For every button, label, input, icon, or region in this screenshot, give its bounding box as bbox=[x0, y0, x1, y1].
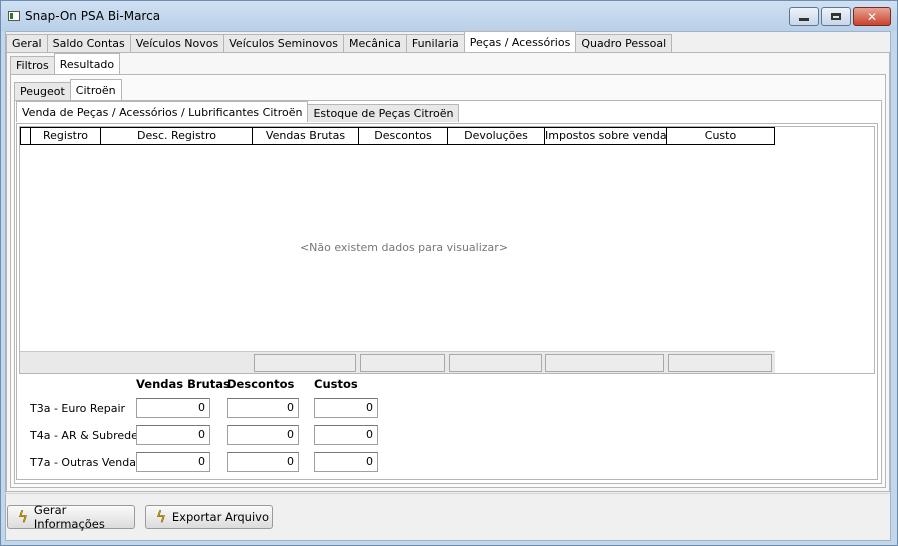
t3a-descontos-field[interactable]: 0 bbox=[227, 398, 299, 418]
minimize-button[interactable] bbox=[789, 7, 819, 26]
t4a-vendas-brutas-field[interactable]: 0 bbox=[136, 425, 210, 445]
app-window: Snap-On PSA Bi-Marca ✕ Geral Saldo Conta… bbox=[0, 0, 898, 546]
tab-label: Citroën bbox=[75, 83, 116, 97]
summary-header-vendas-brutas: Vendas Brutas bbox=[136, 377, 230, 391]
t3a-vendas-brutas-field[interactable]: 0 bbox=[136, 398, 210, 418]
empty-grid-message: <Não existem dados para visualizar> bbox=[299, 241, 509, 254]
lightning-bolt-icon: ϟ bbox=[18, 507, 28, 526]
column-header-custo[interactable]: Custo bbox=[667, 128, 774, 144]
footer-total-custo bbox=[668, 354, 772, 372]
window-title: Snap-On PSA Bi-Marca bbox=[25, 9, 161, 23]
close-button[interactable]: ✕ bbox=[853, 7, 891, 26]
gerar-informacoes-button[interactable]: ϟ Gerar Informações bbox=[7, 503, 135, 531]
t7a-custos-field[interactable]: 0 bbox=[314, 452, 378, 472]
tab-label: Funilaria bbox=[411, 37, 459, 50]
maximize-icon bbox=[831, 13, 841, 20]
tab-geral[interactable]: Geral bbox=[6, 34, 48, 52]
t4a-descontos-field[interactable]: 0 bbox=[227, 425, 299, 445]
tab-label: Peugeot bbox=[20, 85, 65, 98]
tab-veiculos-seminovos[interactable]: Veículos Seminovos bbox=[223, 34, 344, 52]
tab-filtros[interactable]: Filtros bbox=[10, 56, 55, 74]
summary-row-label-t3a: T3a - Euro Repair bbox=[30, 402, 126, 415]
grid-footer bbox=[20, 351, 775, 373]
row-indicator-header bbox=[21, 128, 31, 144]
tab-resultado[interactable]: Resultado bbox=[53, 53, 121, 74]
tab-saldo-contas[interactable]: Saldo Contas bbox=[46, 34, 131, 52]
exportar-arquivo-button[interactable]: ϟ Exportar Arquivo bbox=[145, 505, 273, 529]
t4a-custos-field[interactable]: 0 bbox=[314, 425, 378, 445]
footer-divider bbox=[5, 493, 889, 494]
tab-label: Filtros bbox=[16, 59, 49, 72]
t7a-vendas-brutas-field[interactable]: 0 bbox=[136, 452, 210, 472]
summary-row-label-t4a: T4a - AR & Subrede bbox=[30, 429, 138, 442]
lightning-bolt-icon: ϟ bbox=[156, 507, 166, 526]
tab-quadro-pessoal[interactable]: Quadro Pessoal bbox=[575, 34, 673, 52]
brand-tabs: Peugeot Citroën bbox=[14, 79, 122, 100]
tab-label: Geral bbox=[12, 37, 42, 50]
tab-mecanica[interactable]: Mecânica bbox=[342, 34, 407, 52]
tab-peugeot[interactable]: Peugeot bbox=[14, 82, 71, 100]
tab-pecas-acessorios[interactable]: Peças / Acessórios bbox=[463, 31, 577, 52]
app-icon bbox=[8, 11, 20, 21]
footer-total-devolucoes bbox=[449, 354, 542, 372]
tab-label: Saldo Contas bbox=[52, 37, 125, 50]
column-header-desc-registro[interactable]: Desc. Registro bbox=[101, 128, 253, 144]
column-header-impostos[interactable]: Impostos sobre vendas bbox=[545, 128, 667, 144]
summary-row-label-t7a: T7a - Outras Vendas bbox=[30, 456, 142, 469]
t3a-custos-field[interactable]: 0 bbox=[314, 398, 378, 418]
t7a-descontos-field[interactable]: 0 bbox=[227, 452, 299, 472]
column-header-devolucoes[interactable]: Devoluções bbox=[448, 128, 545, 144]
close-icon: ✕ bbox=[866, 9, 878, 24]
tab-funilaria[interactable]: Funilaria bbox=[405, 34, 465, 52]
tab-venda-pecas[interactable]: Venda de Peças / Acessórios / Lubrifican… bbox=[16, 101, 309, 122]
report-tabs: Venda de Peças / Acessórios / Lubrifican… bbox=[16, 101, 460, 122]
summary-header-descontos: Descontos bbox=[227, 377, 295, 391]
summary-header-custos: Custos bbox=[314, 377, 358, 391]
tab-label: Quadro Pessoal bbox=[581, 37, 667, 50]
button-label: Exportar Arquivo bbox=[171, 510, 269, 524]
tab-label: Mecânica bbox=[348, 37, 401, 50]
button-label: Gerar Informações bbox=[33, 503, 105, 531]
tab-citroen[interactable]: Citroën bbox=[69, 79, 122, 100]
title-bar[interactable]: Snap-On PSA Bi-Marca ✕ bbox=[1, 1, 897, 31]
tab-label: Veículos Novos bbox=[135, 37, 219, 50]
footer-total-impostos bbox=[545, 354, 664, 372]
tab-veiculos-novos[interactable]: Veículos Novos bbox=[129, 34, 225, 52]
column-header-registro[interactable]: Registro bbox=[31, 128, 101, 144]
sub-tabs: Filtros Resultado bbox=[10, 53, 121, 74]
footer-total-vendas-brutas bbox=[254, 354, 356, 372]
data-grid[interactable]: Registro Desc. Registro Vendas Brutas De… bbox=[19, 126, 875, 374]
tab-label: Veículos Seminovos bbox=[229, 37, 338, 50]
main-tabs: Geral Saldo Contas Veículos Novos Veícul… bbox=[6, 31, 673, 52]
tab-label: Peças / Acessórios bbox=[469, 35, 571, 49]
tab-estoque-pecas[interactable]: Estoque de Peças Citroën bbox=[307, 104, 460, 122]
tab-label: Resultado bbox=[59, 57, 115, 71]
maximize-button[interactable] bbox=[821, 7, 851, 26]
grid-header: Registro Desc. Registro Vendas Brutas De… bbox=[20, 127, 775, 145]
minimize-icon bbox=[799, 18, 809, 21]
tab-label: Venda de Peças / Acessórios / Lubrifican… bbox=[22, 105, 303, 119]
column-header-vendas-brutas[interactable]: Vendas Brutas bbox=[253, 128, 359, 144]
column-header-descontos[interactable]: Descontos bbox=[359, 128, 448, 144]
footer-total-descontos bbox=[360, 354, 445, 372]
tab-label: Estoque de Peças Citroën bbox=[313, 107, 454, 120]
